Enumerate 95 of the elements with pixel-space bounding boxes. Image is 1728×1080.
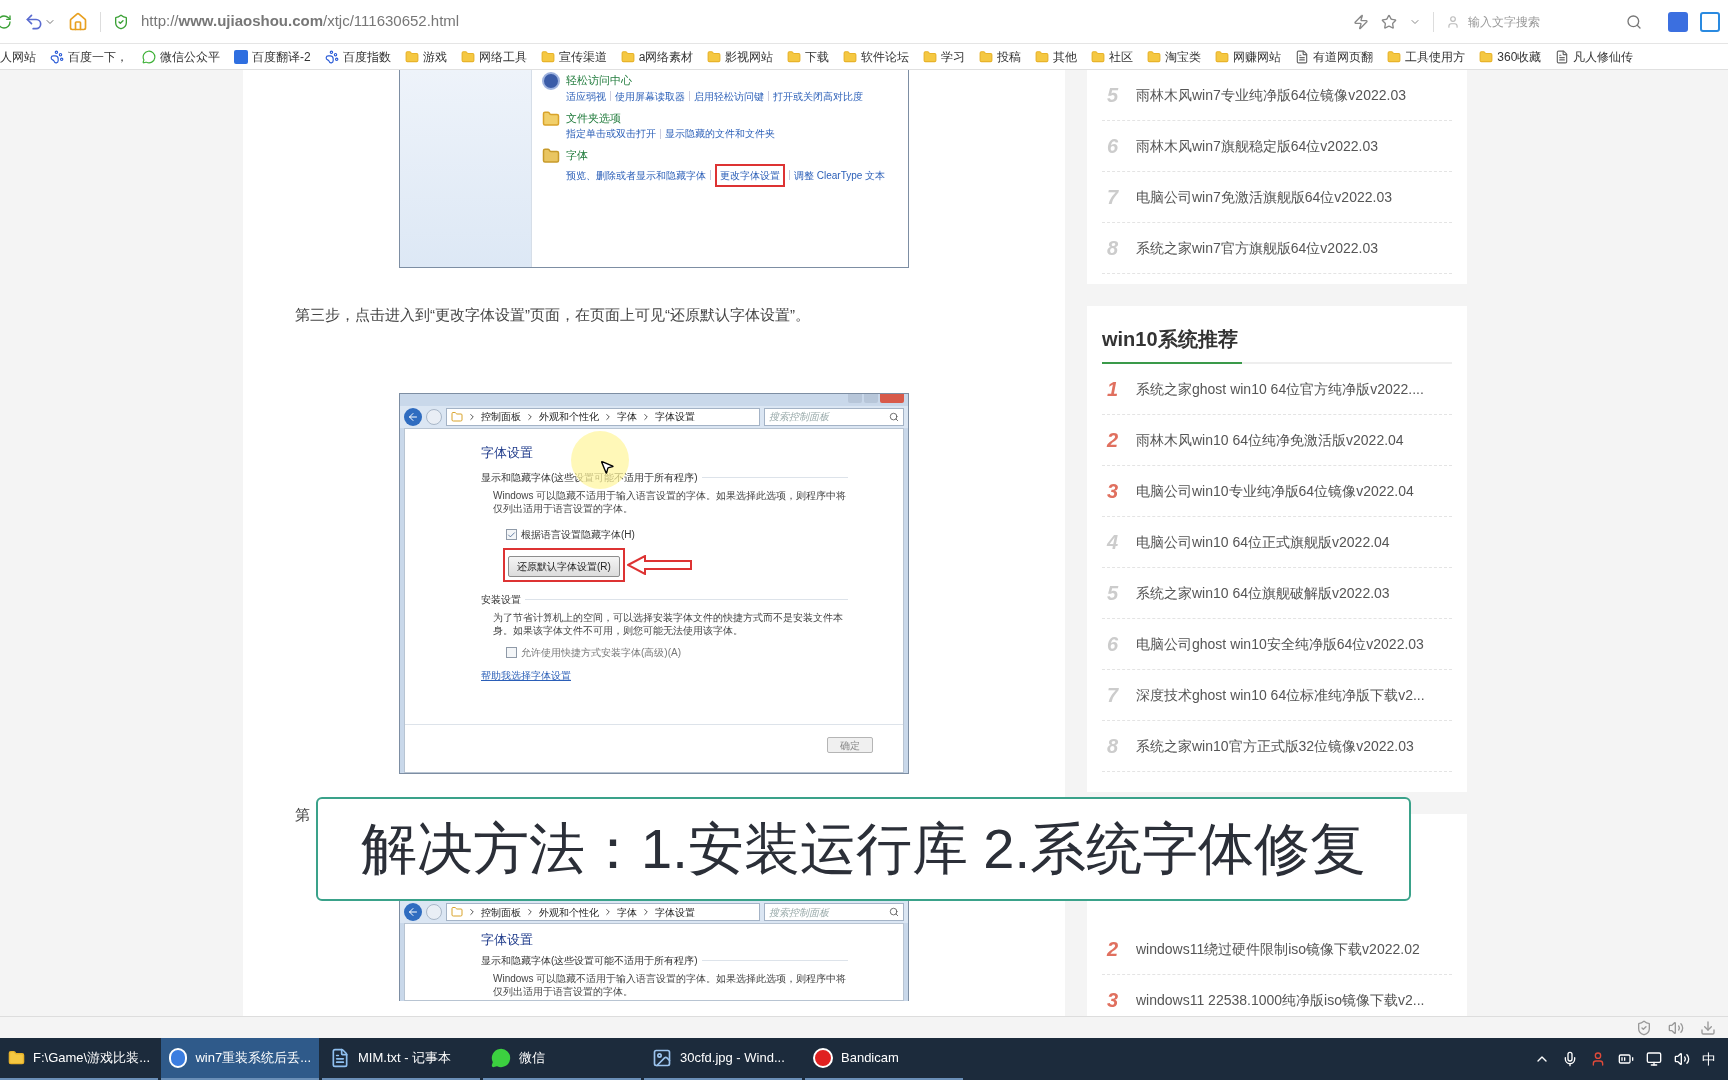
bookmark-link[interactable]: 软件论坛 — [861, 47, 910, 66]
item-title: windows11 22538.1000纯净版iso镜像下载v2... — [1136, 990, 1425, 1010]
section-title: 显示和隐藏字体(这些设置可能不适用于所有程序) — [481, 953, 698, 968]
category-title[interactable]: 文件夹选项 — [566, 109, 775, 126]
rank-number: 2 — [1105, 428, 1120, 453]
item-title: 系统之家win10 64位旗舰破解版v2022.03 — [1136, 583, 1390, 603]
description-text: 为了节省计算机上的空间，可以选择安装字体文件的快捷方式而不是安装文件本身。如果该字体文件不可用，则您可能无法使用该字体。 — [492, 611, 844, 637]
page-heading: 字体设置 — [481, 443, 534, 462]
task-link[interactable]: 适应弱视 — [566, 88, 606, 104]
description-text: Windows 可以隐藏不适用于输入语言设置的字体。如果选择此选项，则程序中将仅列出适用于语言设置的字体。 — [492, 971, 848, 998]
breadcrumb-item[interactable]: 外观和个性化 — [539, 904, 599, 920]
rank-number: 3 — [1106, 479, 1120, 504]
taskbar-button[interactable]: MIM.txt - 记事本 — [322, 1038, 480, 1080]
article-paragraph: 第三步，点击进入到“更改字体设置”页面，在页面上可见“还原默认字体设置”。 — [294, 305, 811, 325]
breadcrumb-item[interactable]: 字体 — [617, 904, 637, 920]
address-bar[interactable]: 控制面板 外观和个性化 字体 字体设置 — [446, 407, 760, 426]
breadcrumb-item[interactable]: 控制面板 — [481, 409, 521, 424]
input-method-indicator[interactable]: 中 — [1702, 1048, 1716, 1070]
bookmark-link[interactable]: 淘宝类 — [1165, 47, 1202, 66]
bookmark-link[interactable]: 百度一下， — [68, 47, 128, 66]
bookmark-link[interactable]: 360收藏 — [1497, 47, 1542, 66]
section-title: 安装设置 — [481, 593, 521, 607]
bookmark-link[interactable]: 有道网页翻 — [1313, 47, 1374, 66]
item-title: 深度技术ghost win10 64位标准纯净版下载v2... — [1136, 685, 1425, 705]
checkbox-label: 允许使用快捷方式安装字体(高级)(A) — [521, 646, 681, 660]
taskbar-button[interactable]: Bandicam — [805, 1038, 963, 1080]
item-title: 雨林木风win10 64位纯净免激活版v2022.04 — [1136, 430, 1404, 450]
rank-number: 1 — [1106, 377, 1120, 402]
task-link[interactable]: 调整 ClearType 文本 — [794, 167, 886, 183]
article-paragraph: 第 — [294, 804, 311, 825]
item-title: 电脑公司win10 64位正式旗舰版v2022.04 — [1136, 532, 1390, 552]
task-link[interactable]: 显示隐藏的文件和文件夹 — [665, 126, 775, 141]
bookmark-link[interactable]: 百度翻译-2 — [252, 47, 311, 66]
search-field[interactable]: 输入文字搜索 — [1468, 12, 1618, 31]
taskbar-button[interactable]: F:\Game\游戏比装... — [0, 1038, 158, 1080]
breadcrumb-item[interactable]: 字体设置 — [655, 409, 695, 424]
bookmark-link[interactable]: 其他 — [1053, 47, 1078, 66]
caption-text: 解决方法：1.安装运行库 2.系统字体修复 — [361, 816, 1366, 882]
card-title: win10系统推荐 — [1102, 327, 1239, 352]
url-field[interactable]: http://www.ujiaoshou.com/xtjc/111630652.html — [141, 10, 1341, 33]
item-title: 电脑公司win10专业纯净版64位镜像v2022.04 — [1136, 481, 1414, 501]
taskbar-button[interactable]: win7重装系统后丢... — [161, 1038, 319, 1080]
task-link[interactable]: 打开或关闭高对比度 — [773, 88, 863, 104]
help-link[interactable]: 帮助我选择字体设置 — [481, 668, 571, 683]
description-text: Windows 可以隐藏不适用于输入语言设置的字体。如果选择此选项，则程序中将仅列出适用于语言设置的字体。 — [492, 489, 848, 515]
bookmark-link[interactable]: 影视网站 — [725, 47, 774, 66]
bookmark-link[interactable]: 学习 — [941, 47, 966, 66]
bookmark-link[interactable]: 微信公众平 — [160, 47, 220, 66]
search-box[interactable]: 搜索控制面板 — [764, 407, 904, 426]
bookmark-link[interactable]: 网络工具 — [478, 47, 527, 66]
item-title: 系统之家win7官方旗舰版64位v2022.03 — [1136, 238, 1378, 258]
task-link[interactable]: 使用屏幕读取器 — [615, 88, 685, 104]
item-title: 系统之家win10官方正式版32位镜像v2022.03 — [1136, 736, 1414, 756]
ranking-item[interactable]: 2 雨林木风win10 64位纯净免激活版v2022.04 — [1102, 415, 1452, 466]
task-link[interactable]: 启用轻松访问键 — [694, 88, 764, 104]
address-bar[interactable]: 控制面板 外观和个性化 字体 字体设置 — [446, 903, 760, 921]
bookmark-link[interactable]: 网赚网站 — [1233, 47, 1282, 66]
bookmark-link[interactable]: 宣传渠道 — [558, 47, 607, 66]
search-field[interactable]: 搜索控制面板 — [769, 409, 879, 424]
bookmark-link[interactable]: 社区 — [1109, 47, 1134, 66]
ranking-item[interactable]: 3 电脑公司win10专业纯净版64位镜像v2022.04 — [1102, 466, 1452, 517]
category-title[interactable]: 轻松访问中心 — [566, 72, 863, 89]
bookmark-link[interactable]: 百度指数 — [342, 47, 391, 66]
restore-defaults-button[interactable]: 还原默认字体设置(R) — [508, 556, 620, 577]
task-link[interactable]: 预览、删除或者显示和隐藏字体 — [566, 167, 706, 183]
task-link[interactable]: 指定单击或双击打开 — [566, 126, 656, 141]
rank-number: 3 — [1106, 988, 1120, 1013]
taskbar-button[interactable]: 微信 — [483, 1038, 641, 1080]
breadcrumb-item[interactable]: 字体设置 — [655, 904, 695, 920]
bookmark-link[interactable]: 下载 — [805, 47, 830, 66]
bookmark-link[interactable]: 凡人修仙传 — [1573, 47, 1634, 66]
task-link[interactable]: 更改字体设置 — [715, 163, 785, 187]
breadcrumb-item[interactable]: 控制面板 — [481, 904, 521, 920]
category-title[interactable]: 字体 — [566, 147, 886, 164]
breadcrumb-item[interactable]: 字体 — [617, 409, 637, 424]
ranking-item[interactable]: 1 系统之家ghost win10 64位官方纯净版v2022.... — [1102, 364, 1452, 415]
bookmark-link[interactable]: a网络素材 — [638, 47, 694, 66]
item-title: 系统之家ghost win10 64位官方纯净版v2022.... — [1136, 379, 1424, 399]
item-title: 电脑公司ghost win10安全纯净版64位v2022.03 — [1136, 634, 1424, 654]
taskbar-button[interactable]: 30cfd.jpg - Wind... — [644, 1038, 802, 1080]
item-title: 雨林木风win7专业纯净版64位镜像v2022.03 — [1136, 85, 1406, 105]
bookmark-link[interactable]: 人网站 — [0, 47, 36, 66]
rank-number: 2 — [1105, 937, 1120, 962]
breadcrumb-item[interactable]: 外观和个性化 — [539, 409, 599, 424]
item-title: 雨林木风win7旗舰稳定版64位v2022.03 — [1136, 136, 1378, 156]
search-box[interactable]: 搜索控制面板 — [764, 903, 904, 921]
ranking-item[interactable]: 2 windows11绕过硬件限制iso镜像下载v2022.02 — [1102, 924, 1452, 975]
bookmark-link[interactable]: 游戏 — [422, 47, 447, 66]
bookmark-link[interactable]: 投稿 — [997, 47, 1022, 66]
item-title: windows11绕过硬件限制iso镜像下载v2022.02 — [1136, 939, 1420, 959]
item-title: 电脑公司win7免激活旗舰版64位v2022.03 — [1136, 187, 1392, 207]
search-field[interactable]: 搜索控制面板 — [769, 904, 879, 920]
checkbox-label: 根据语言设置隐藏字体(H) — [521, 528, 635, 542]
bookmark-link[interactable]: 工具使用方 — [1405, 47, 1466, 66]
page-heading: 字体设置 — [481, 931, 534, 949]
